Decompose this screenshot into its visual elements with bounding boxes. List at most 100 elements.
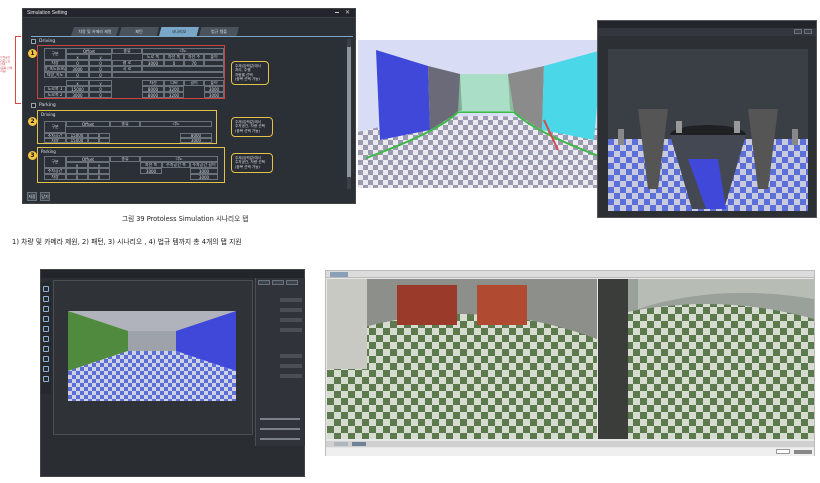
parking-box: Parking 구분 Offset 종류 각도 x y 차선 폭 주차공간 폭 … — [37, 147, 225, 183]
parking-checkbox-row[interactable]: Parking — [31, 103, 56, 108]
table-row[interactable]: 차량 0 0 3000 — [44, 174, 218, 180]
row-empty — [112, 72, 224, 78]
marker-1: 1 — [28, 49, 37, 58]
toolbar-button[interactable] — [804, 29, 812, 34]
camera-tabbar — [326, 271, 814, 278]
tool-icon[interactable] — [43, 366, 49, 372]
status-icons[interactable] — [794, 450, 812, 454]
tool-icon[interactable] — [43, 356, 49, 362]
parking-driving-box: Driving 구분 Offset 종류 각도 주차공간 15000 0 800… — [37, 110, 217, 144]
camera-bottom-tabs — [326, 441, 814, 447]
col-header-kind: 구분 — [44, 48, 66, 60]
col-header-kind: 구분 — [44, 121, 66, 133]
panel-tab[interactable] — [286, 280, 298, 285]
row-y[interactable]: 0 — [88, 138, 110, 143]
row-label: 차량 — [44, 174, 66, 180]
fisheye-render-view — [358, 40, 612, 188]
side-annotation-note: 주차공간 기준으로 선택 (중복 선택 가능) — [0, 56, 13, 74]
note-3: 주제(입력값)에서 주차공간, 차량 선택 (중복 선택 가능) — [231, 153, 273, 173]
tab-regulation-template[interactable]: 법규 템플 — [199, 27, 239, 36]
panel-slider[interactable] — [260, 428, 300, 430]
app-right-panel — [255, 278, 305, 446]
tab-scenario[interactable]: 시나리오 — [159, 27, 199, 36]
col-header-offset: Offset — [66, 121, 110, 127]
minimize-icon[interactable] — [335, 12, 339, 13]
camera-bottom-tab[interactable] — [352, 442, 366, 446]
tool-icon[interactable] — [43, 336, 49, 342]
row-y[interactable]: 0 — [89, 72, 112, 78]
side-annotation-bracket — [15, 36, 21, 104]
row-x[interactable]: 15000 — [66, 138, 88, 143]
panel-field[interactable] — [280, 354, 302, 358]
camera-bottom-tab[interactable] — [334, 442, 348, 446]
parking-sublabel: Parking — [41, 149, 56, 154]
tool-icon[interactable] — [43, 316, 49, 322]
app-viewport-frame — [53, 280, 253, 435]
window-titlebar: Simulation Setting ✕ — [23, 9, 355, 18]
panel-field[interactable] — [280, 374, 302, 378]
marker-3: 3 — [28, 151, 37, 160]
panel-field[interactable] — [280, 364, 302, 368]
camera-tab[interactable] — [330, 272, 348, 277]
row-x[interactable]: 3000 — [66, 92, 89, 98]
tool-icon[interactable] — [43, 376, 49, 382]
row-a[interactable]: 8000 — [142, 92, 164, 98]
parking-label: Parking — [39, 103, 56, 108]
driving-checkbox[interactable] — [31, 39, 36, 44]
marker-2: 2 — [28, 117, 37, 126]
row-v[interactable]: 3000 — [180, 138, 212, 143]
note-2: 주제(입력값)에서 주차공간, 차량 선택 (중복 선택 가능) — [231, 117, 273, 137]
row-b[interactable]: 3200 — [164, 92, 184, 98]
note-1: 주제(입력값)에서 처리, 주행 차량을 선택 (중복 선택 가능) — [231, 61, 269, 85]
app-menubar — [41, 270, 304, 278]
figure-description: 1) 차량 및 카메라 제원, 2) 패턴, 3) 시나리오 , 4) 법규 템… — [12, 238, 242, 246]
row-y[interactable]: 0 — [89, 92, 112, 98]
table-row[interactable]: 차량_속도 0 0 — [44, 72, 224, 78]
driving-checkbox-row[interactable]: Driving — [31, 39, 55, 44]
panel-slider[interactable] — [260, 418, 300, 420]
panel-field[interactable] — [280, 318, 302, 322]
figure-caption: 그림 39 Protoless Simulation 시나리오 탭 — [122, 215, 249, 223]
tool-icon[interactable] — [43, 306, 49, 312]
toolbar-button[interactable] — [794, 29, 802, 34]
3d-view-window — [597, 20, 817, 218]
camera-right-view — [598, 279, 814, 439]
row-label: 차량 — [44, 138, 66, 143]
simulator-app-window — [40, 269, 305, 477]
col-header-kind: 구분 — [44, 156, 66, 168]
panel-field[interactable] — [280, 308, 302, 312]
camera-left-view — [327, 279, 597, 439]
col-header-type: 종류 — [110, 156, 140, 162]
panel-field[interactable] — [280, 298, 302, 302]
row-x[interactable]: 0 — [66, 174, 88, 180]
scrollbar[interactable] — [347, 39, 351, 189]
panel-tab[interactable] — [272, 280, 284, 285]
panel-field[interactable] — [280, 328, 302, 332]
row-c[interactable]: 3000 — [204, 92, 224, 98]
scrollbar-thumb[interactable] — [347, 47, 351, 177]
tab-vehicle-camera[interactable]: 차량 및 카메라 제원 — [71, 27, 119, 36]
driving-label: Driving — [39, 39, 56, 44]
panel-slider[interactable] — [260, 438, 300, 440]
tool-icon[interactable] — [43, 326, 49, 332]
table-row[interactable]: 도로폭 2 3000 0 8000 3200 3000 — [44, 92, 224, 98]
status-field[interactable] — [776, 449, 790, 454]
col-header-angle: 각도 — [140, 121, 212, 127]
panel-tab[interactable] — [258, 280, 270, 285]
corridor-scene — [68, 311, 236, 401]
row-c[interactable]: 3000 — [190, 174, 218, 180]
tab-pattern[interactable]: 패턴 — [119, 27, 159, 36]
tab-underline — [31, 36, 353, 37]
save-button[interactable]: 저장 — [27, 192, 37, 201]
close-button[interactable]: 닫기 — [40, 192, 50, 201]
tool-icon[interactable] — [43, 346, 49, 352]
fisheye-scene — [358, 40, 612, 188]
row-x[interactable]: 0 — [66, 72, 89, 78]
tool-icon[interactable] — [43, 296, 49, 302]
row-y[interactable]: 0 — [88, 174, 110, 180]
simulation-setting-window: Simulation Setting ✕ 차량 및 카메라 제원 패턴 시나리오… — [22, 8, 356, 204]
tool-icon[interactable] — [43, 286, 49, 292]
parking-checkbox[interactable] — [31, 103, 36, 108]
close-icon[interactable]: ✕ — [345, 9, 350, 16]
table-row[interactable]: 차량 15000 0 3000 — [44, 138, 212, 143]
